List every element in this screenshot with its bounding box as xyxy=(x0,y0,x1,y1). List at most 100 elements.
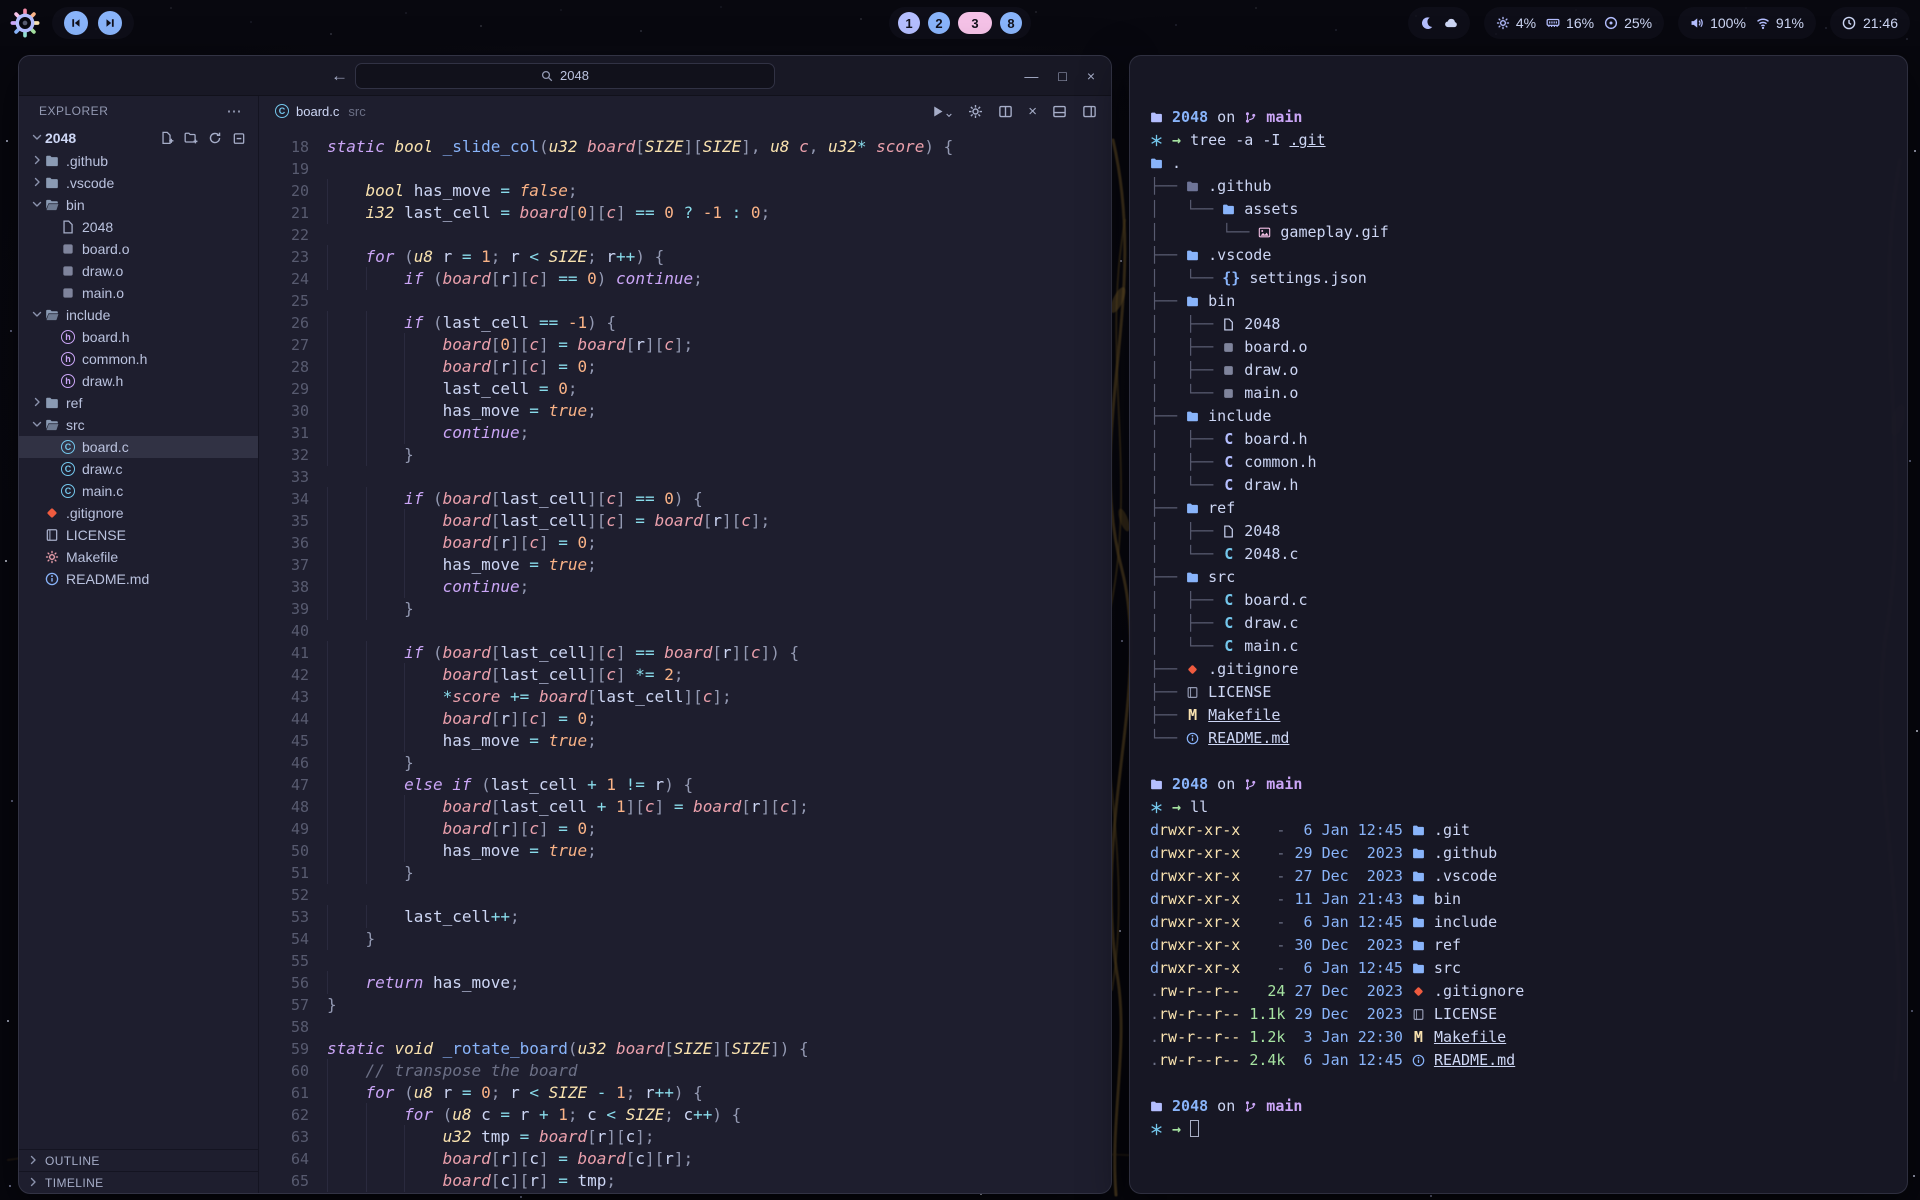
code-line[interactable]: 35 board[last_cell][c] = board[r][c]; xyxy=(259,510,1111,532)
code-line[interactable]: 56 return has_move; xyxy=(259,972,1111,994)
code-line[interactable]: 38 continue; xyxy=(259,576,1111,598)
toggle-panel-icon[interactable] xyxy=(1052,104,1067,119)
code-line[interactable]: 31 continue; xyxy=(259,422,1111,444)
code-line[interactable]: 36 board[r][c] = 0; xyxy=(259,532,1111,554)
code-line[interactable]: 23 for (u8 r = 1; r < SIZE; r++) { xyxy=(259,246,1111,268)
code-line[interactable]: 20 bool has_move = false; xyxy=(259,180,1111,202)
workspace-3[interactable]: 3 xyxy=(958,12,992,34)
code-line[interactable]: 54 } xyxy=(259,928,1111,950)
tree-item-ref[interactable]: ref xyxy=(19,392,258,414)
tree-item-Makefile[interactable]: Makefile xyxy=(19,546,258,568)
timeline-panel[interactable]: TIMELINE xyxy=(19,1171,258,1193)
split-editor-icon[interactable] xyxy=(998,104,1013,119)
volume-stat[interactable]: 100% xyxy=(1690,15,1746,31)
tree-item-board.c[interactable]: Cboard.c xyxy=(19,436,258,458)
code-line[interactable]: 33 xyxy=(259,466,1111,488)
code-line[interactable]: 44 board[r][c] = 0; xyxy=(259,708,1111,730)
run-button[interactable] xyxy=(930,104,953,119)
project-root-row[interactable]: 2048 xyxy=(19,126,258,150)
tree-item-include[interactable]: include xyxy=(19,304,258,326)
code-line[interactable]: 65 board[c][r] = tmp; xyxy=(259,1170,1111,1192)
tree-item-board.h[interactable]: hboard.h xyxy=(19,326,258,348)
code-line[interactable]: 57} xyxy=(259,994,1111,1016)
tree-item-src[interactable]: src xyxy=(19,414,258,436)
tree-item-draw.h[interactable]: hdraw.h xyxy=(19,370,258,392)
workspace-8[interactable]: 8 xyxy=(1000,12,1022,34)
code-line[interactable]: 59static void _rotate_board(u32 board[SI… xyxy=(259,1038,1111,1060)
clock-widget[interactable]: 21:46 xyxy=(1830,7,1910,39)
toggle-layout-icon[interactable] xyxy=(1082,104,1097,119)
code-line[interactable]: 48 board[last_cell + 1][c] = board[r][c]… xyxy=(259,796,1111,818)
workspace-2[interactable]: 2 xyxy=(928,12,950,34)
code-line[interactable]: 39 } xyxy=(259,598,1111,620)
code-line[interactable]: 25 xyxy=(259,290,1111,312)
new-file-icon[interactable] xyxy=(160,131,174,145)
code-line[interactable]: 37 has_move = true; xyxy=(259,554,1111,576)
code-line[interactable]: 24 if (board[r][c] == 0) continue; xyxy=(259,268,1111,290)
launcher-logo-icon[interactable] xyxy=(10,8,40,38)
code-line[interactable]: 64 board[r][c] = board[c][r]; xyxy=(259,1148,1111,1170)
terminal-window[interactable]: 2048 on main → tree -a -I .git .├── .git… xyxy=(1129,55,1908,1194)
minimize-button[interactable]: — xyxy=(1024,68,1038,84)
new-folder-icon[interactable] xyxy=(184,131,198,145)
more-actions-icon[interactable]: ⋯ xyxy=(227,102,243,120)
code-line[interactable]: 34 if (board[last_cell][c] == 0) { xyxy=(259,488,1111,510)
tree-item-main.o[interactable]: main.o xyxy=(19,282,258,304)
code-line[interactable]: 26 if (last_cell == -1) { xyxy=(259,312,1111,334)
code-line[interactable]: 53 last_cell++; xyxy=(259,906,1111,928)
code-line[interactable]: 29 last_cell = 0; xyxy=(259,378,1111,400)
code-line[interactable]: 40 xyxy=(259,620,1111,642)
code-line[interactable]: 47 else if (last_cell + 1 != r) { xyxy=(259,774,1111,796)
breadcrumb-folder[interactable]: src xyxy=(348,104,365,119)
tree-item-LICENSE[interactable]: LICENSE xyxy=(19,524,258,546)
maximize-button[interactable]: □ xyxy=(1058,68,1066,84)
editor-titlebar[interactable]: ← → 2048 — □ × xyxy=(19,56,1111,96)
skip-back-button[interactable] xyxy=(64,11,88,35)
code-line[interactable]: 42 board[last_cell][c] *= 2; xyxy=(259,664,1111,686)
code-line[interactable]: 62 for (u8 c = r + 1; c < SIZE; c++) { xyxy=(259,1104,1111,1126)
weather-widget[interactable] xyxy=(1408,7,1470,39)
code-line[interactable]: 22 xyxy=(259,224,1111,246)
code-line[interactable]: 45 has_move = true; xyxy=(259,730,1111,752)
tree-item-bin[interactable]: bin xyxy=(19,194,258,216)
back-button[interactable]: ← xyxy=(331,66,348,86)
code-line[interactable]: 60 // transpose the board xyxy=(259,1060,1111,1082)
skip-forward-button[interactable] xyxy=(98,11,122,35)
code-line[interactable]: 28 board[r][c] = 0; xyxy=(259,356,1111,378)
code-line[interactable]: 58 xyxy=(259,1016,1111,1038)
close-button[interactable]: × xyxy=(1087,68,1095,84)
code-line[interactable]: 30 has_move = true; xyxy=(259,400,1111,422)
code-line[interactable]: 21 i32 last_cell = board[0][c] == 0 ? -1… xyxy=(259,202,1111,224)
outline-panel[interactable]: OUTLINE xyxy=(19,1149,258,1171)
collapse-all-icon[interactable] xyxy=(232,131,246,145)
workspace-1[interactable]: 1 xyxy=(898,12,920,34)
close-editor-icon[interactable]: × xyxy=(1028,103,1037,120)
tree-item-README.md[interactable]: README.md xyxy=(19,568,258,590)
command-center-search[interactable]: 2048 xyxy=(355,63,775,89)
code-line[interactable]: 27 board[0][c] = board[r][c]; xyxy=(259,334,1111,356)
tree-item-2048[interactable]: 2048 xyxy=(19,216,258,238)
tree-item-common.h[interactable]: hcommon.h xyxy=(19,348,258,370)
code-line[interactable]: 43 *score += board[last_cell][c]; xyxy=(259,686,1111,708)
code-line[interactable]: 51 } xyxy=(259,862,1111,884)
tree-item-.github[interactable]: .github xyxy=(19,150,258,172)
code-line[interactable]: 46 } xyxy=(259,752,1111,774)
code-line[interactable]: 32 } xyxy=(259,444,1111,466)
code-line[interactable]: 50 has_move = true; xyxy=(259,840,1111,862)
tree-item-main.c[interactable]: Cmain.c xyxy=(19,480,258,502)
code-line[interactable]: 63 u32 tmp = board[r][c]; xyxy=(259,1126,1111,1148)
network-stat[interactable]: 91% xyxy=(1756,15,1804,31)
code-editor[interactable]: 18static bool _slide_col(u32 board[SIZE]… xyxy=(259,126,1111,1193)
settings-gear-icon[interactable] xyxy=(968,104,983,119)
code-line[interactable]: 49 board[r][c] = 0; xyxy=(259,818,1111,840)
tree-item-.gitignore[interactable]: .gitignore xyxy=(19,502,258,524)
tree-item-board.o[interactable]: board.o xyxy=(19,238,258,260)
code-line[interactable]: 61 for (u8 r = 0; r < SIZE - 1; r++) { xyxy=(259,1082,1111,1104)
tree-item-draw.o[interactable]: draw.o xyxy=(19,260,258,282)
tree-item-draw.c[interactable]: Cdraw.c xyxy=(19,458,258,480)
code-line[interactable]: 52 xyxy=(259,884,1111,906)
code-line[interactable]: 19 xyxy=(259,158,1111,180)
code-line[interactable]: 55 xyxy=(259,950,1111,972)
refresh-icon[interactable] xyxy=(208,131,222,145)
tree-item-.vscode[interactable]: .vscode xyxy=(19,172,258,194)
